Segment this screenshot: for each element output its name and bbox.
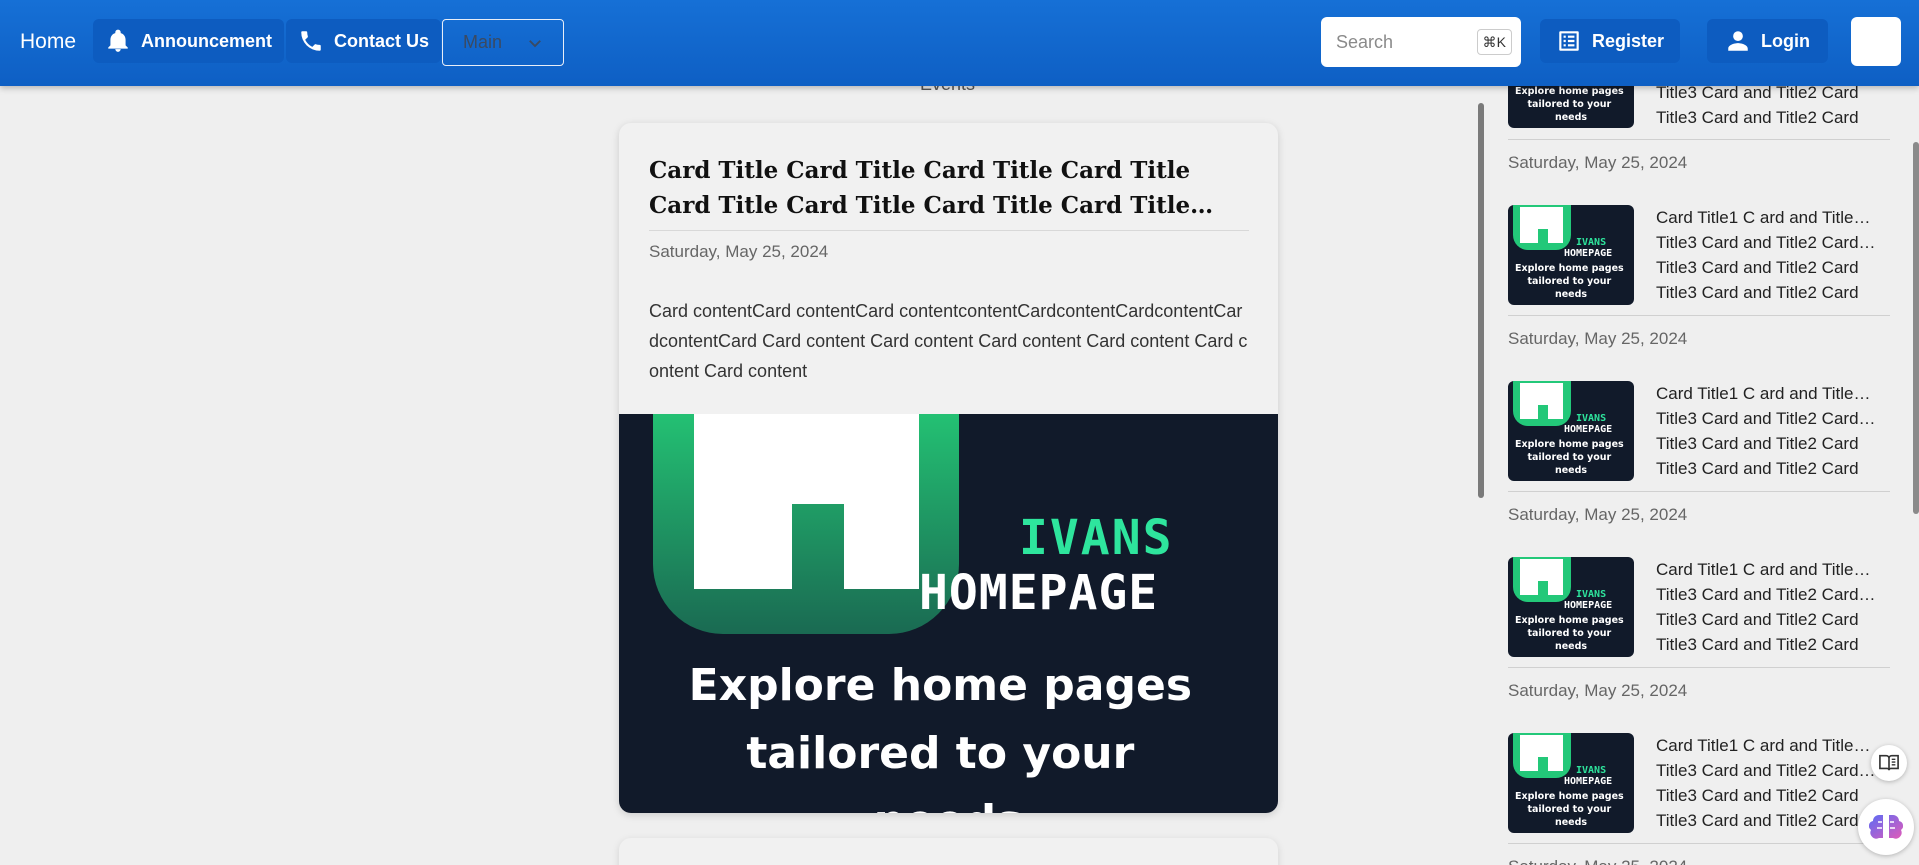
side-item-text: Card Title1 C ard and Title2 Card Title3 … — [1656, 381, 1878, 481]
svg-text:Explore home pages tai: Explore home pages tailored to your need… — [689, 660, 1208, 813]
side-thumb-3-brand-line1: IVANS — [1576, 765, 1606, 776]
user-icon — [1728, 31, 1748, 51]
side-thumb: IVANS HOMEPAGE Explore home pages tailor… — [1508, 557, 1634, 657]
contact-us-button[interactable]: Contact Us — [286, 19, 442, 63]
divider — [1508, 491, 1890, 492]
chevron-down-icon — [529, 39, 541, 47]
side-item-line: Title3 Card and Title2 Card — [1656, 786, 1859, 805]
svg-text:Explore home pages tai: Explore home pages tailored to your need… — [1515, 791, 1627, 828]
side-item-line: Title3 Card and Title2 Card — [1656, 459, 1859, 478]
card-image: IVANS HOMEPAGE Explore home pages tailor… — [619, 414, 1278, 813]
side-item-text: Card Title1 C ard and Title2 Card Title3 … — [1656, 205, 1878, 305]
register-label: Register — [1592, 30, 1665, 51]
divider — [1508, 315, 1890, 316]
side-thumb-1-brand-line2: HOMEPAGE — [1564, 424, 1612, 435]
search-shortcut: ⌘K — [1476, 29, 1512, 55]
side-thumb: IVANS HOMEPAGE Explore home pages tailor… — [1508, 381, 1634, 481]
divider — [1508, 843, 1890, 844]
list-icon — [1559, 31, 1579, 51]
side-item-date: Saturday, May 25, 2024 — [1508, 329, 1688, 348]
divider — [1508, 139, 1890, 140]
reader-mode-button[interactable] — [1871, 745, 1907, 781]
card-date: Saturday, May 25, 2024 — [649, 242, 829, 261]
image-brand-line1: IVANS — [1019, 510, 1174, 566]
side-item-line: Title3 Card and Title2 Card — [1656, 108, 1859, 127]
side-item-line: Title3 Card and Title2 Card — [1656, 635, 1859, 654]
announcement-button[interactable]: Announcement — [93, 19, 285, 63]
side-item-text: Title3 Card and Title2 Card Title3 Card a… — [1656, 80, 1878, 130]
card-title[interactable]: Card Title Card Title Card Title Card Ti… — [649, 153, 1249, 223]
side-item-line: Title3 Card and Title2 Card — [1656, 258, 1859, 277]
side-thumb-2-brand-line2: HOMEPAGE — [1564, 600, 1612, 611]
event-card-next[interactable] — [619, 838, 1278, 865]
side-item-text: Card Title1 C ard and Title2 Card Title3 … — [1656, 557, 1878, 657]
side-item-line: Title3 Card and Title2 Card — [1656, 610, 1859, 629]
side-item-date: Saturday, May 25, 2024 — [1508, 153, 1688, 172]
side-item-line: Card Title1 C ard and Title2 Card — [1656, 384, 1878, 403]
card-divider — [649, 230, 1249, 231]
ai-assistant-button[interactable] — [1858, 799, 1914, 855]
side-item-line: Card Title1 C ard and Title2 Card — [1656, 736, 1878, 755]
side-item-line: Title3 Card and Title2 Card and Title2 — [1656, 585, 1878, 604]
login-label: Login — [1761, 30, 1810, 51]
svg-text:Explore home pages tai: Explore home pages tailored to your need… — [1515, 439, 1627, 476]
svg-text:Explore home pages tai: Explore home pages tailored to your need… — [1515, 263, 1627, 300]
homepage-logo-image: IVANS HOMEPAGE Explore home pages tailor… — [653, 414, 1208, 813]
register-button[interactable]: Register — [1540, 19, 1681, 63]
divider — [1508, 667, 1890, 668]
side-item-line: Title3 Card and Title2 Card and Title2 — [1656, 409, 1878, 428]
event-card[interactable]: Card Title Card Title Card Title Card Ti… — [619, 123, 1278, 813]
brain-icon — [1869, 815, 1903, 839]
home-link[interactable]: Home — [20, 30, 76, 54]
svg-text:Explore home pages tai: Explore home pages tailored to your need… — [1515, 86, 1627, 123]
image-tagline-2: tailored to your — [746, 728, 1134, 779]
image-tagline-1: Explore home pages — [689, 660, 1192, 711]
page-scrollbar[interactable] — [1913, 142, 1919, 514]
side-item-line: Title3 Card and Title2 Card — [1656, 283, 1859, 302]
side-item-line: Title3 Card and Title2 Card — [1656, 434, 1859, 453]
card-content: Card contentCard contentCard contentcont… — [649, 301, 1248, 381]
side-item-line: Card Title1 C ard and Title2 Card — [1656, 560, 1878, 579]
side-item-date: Saturday, May 25, 2024 — [1508, 505, 1688, 524]
main-select[interactable]: Main — [442, 19, 564, 66]
side-item-date: Saturday, May 25, 2024 — [1508, 857, 1687, 865]
side-event-list: IVANS HOMEPAGE Explore home pages tailor… — [1508, 0, 1890, 865]
side-item-line: Title3 Card and Title2 Card and Title2 — [1656, 761, 1878, 780]
side-item-line: Card Title1 C ard and Title2 Card — [1656, 208, 1878, 227]
side-item-date: Saturday, May 25, 2024 — [1508, 681, 1688, 700]
side-thumb-0-brand-line2: HOMEPAGE — [1564, 248, 1612, 259]
side-thumb-3-brand-line2: HOMEPAGE — [1564, 776, 1612, 787]
side-item-line: Title3 Card and Title2 Card and Title2 — [1656, 233, 1878, 252]
image-brand-line2: HOMEPAGE — [919, 565, 1158, 621]
book-icon — [1879, 754, 1899, 771]
main-select-value: Main — [463, 32, 503, 52]
side-thumb-2-brand-line1: IVANS — [1576, 589, 1606, 600]
svg-text:Explore home pages tai: Explore home pages tailored to your need… — [1515, 615, 1627, 652]
top-navbar: Home Announcement Contact Us Main ⌘K Reg… — [0, 0, 1919, 86]
side-thumb: IVANS HOMEPAGE Explore home pages tailor… — [1508, 733, 1634, 833]
bell-icon — [108, 29, 128, 52]
side-item-text: Card Title1 C ard and Title2 Card Title3 … — [1656, 733, 1878, 833]
phone-icon — [301, 31, 321, 51]
side-item-line: Title3 Card and Title2 Card — [1656, 811, 1859, 830]
side-thumb-0-brand-line1: IVANS — [1576, 237, 1606, 248]
search-box[interactable]: ⌘K — [1321, 17, 1521, 67]
contact-us-label: Contact Us — [334, 30, 430, 51]
login-button[interactable]: Login — [1707, 19, 1828, 63]
image-tagline-3: needs — [874, 796, 1023, 813]
search-input[interactable] — [1336, 31, 1466, 53]
side-thumb-1-brand-line1: IVANS — [1576, 413, 1606, 424]
side-thumb: IVANS HOMEPAGE Explore home pages tailor… — [1508, 205, 1634, 305]
main-scrollbar[interactable] — [1478, 103, 1484, 498]
avatar[interactable] — [1851, 17, 1901, 66]
announcement-label: Announcement — [141, 30, 273, 51]
